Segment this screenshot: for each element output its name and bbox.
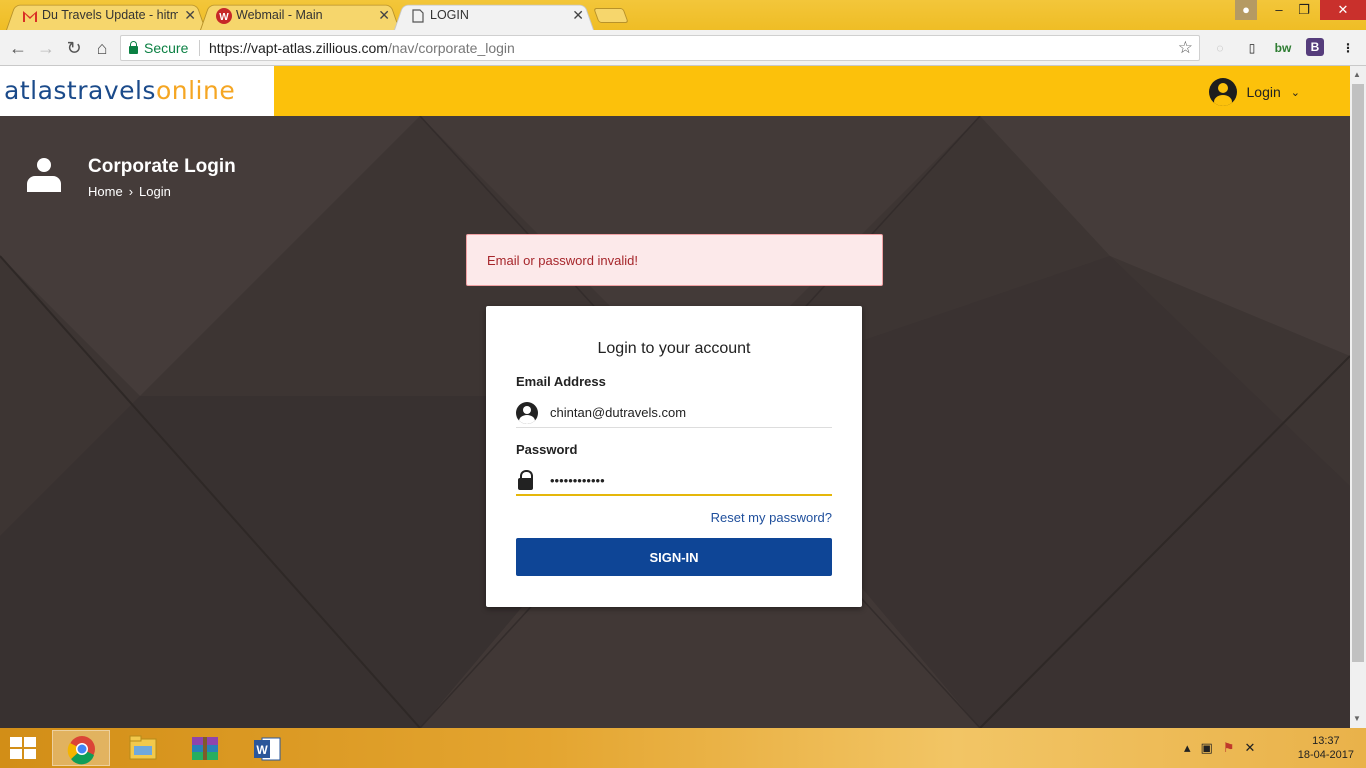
secure-indicator[interactable]: Secure (129, 40, 188, 56)
login-card-title: Login to your account (597, 340, 751, 357)
password-input[interactable] (550, 470, 820, 490)
password-field[interactable] (516, 464, 832, 496)
tab-title: LOGIN (430, 8, 469, 22)
bookmark-star-icon[interactable]: ☆ (1178, 38, 1193, 58)
logo-box[interactable]: atlastravelsonline (0, 66, 274, 116)
page-scrollbar[interactable]: ▲ ▼ (1350, 66, 1366, 728)
browser-tab-webmail[interactable]: W Webmail - Main ✕ (200, 2, 400, 30)
clock-time: 13:37 (1312, 735, 1340, 747)
close-tab-icon[interactable]: ✕ (184, 2, 196, 28)
person-icon (26, 158, 62, 194)
volume-muted-icon[interactable]: ✕ (1244, 740, 1255, 756)
tab-title: Webmail - Main (236, 8, 323, 22)
breadcrumb: Home › Login (88, 184, 171, 199)
tab-title: Du Travels Update - hitm (42, 8, 178, 22)
scroll-down-icon[interactable]: ▼ (1353, 714, 1361, 723)
breadcrumb-home-link[interactable]: Home (88, 184, 123, 199)
password-label: Password (516, 442, 578, 457)
forward-icon[interactable]: → (34, 36, 58, 60)
email-field[interactable] (516, 396, 832, 428)
windows-start-icon[interactable] (10, 737, 38, 759)
url-host: https://vapt-atlas.zillious.com (209, 40, 388, 56)
reload-icon[interactable]: ↻ (62, 36, 86, 60)
menu-icon[interactable]: ⋮ (1338, 38, 1358, 58)
login-card: Login to your account Email Address Pass… (486, 306, 862, 607)
svg-text:W: W (219, 12, 229, 23)
secure-label: Secure (144, 40, 189, 56)
chevron-down-icon: ⌄ (1290, 86, 1300, 99)
gmail-icon (22, 8, 38, 24)
browser-tab-gmail[interactable]: Du Travels Update - hitm ✕ (6, 2, 206, 30)
file-explorer-taskbar-icon[interactable] (114, 730, 172, 766)
bw-extension-icon[interactable]: bw (1273, 38, 1293, 58)
email-label: Email Address (516, 374, 606, 389)
minimize-icon[interactable]: – (1265, 0, 1293, 20)
url-path: /nav/corporate_login (387, 40, 515, 56)
page-icon (410, 8, 426, 24)
breadcrumb-current: Login (139, 184, 171, 199)
url-text[interactable]: https://vapt-atlas.zillious.com/nav/corp… (209, 40, 515, 56)
chrome-taskbar-icon[interactable] (52, 730, 110, 766)
error-alert: Email or password invalid! (466, 234, 883, 286)
network-icon[interactable]: ▣ (1201, 740, 1213, 756)
show-hidden-icons-icon[interactable]: ▴ (1184, 740, 1191, 756)
svg-text:W: W (256, 743, 268, 757)
windows-taskbar: W ▴ ▣ ⚑ ✕ 13:37 18-04-2017 (0, 728, 1366, 768)
back-icon[interactable]: ← (6, 36, 30, 60)
logo-text-accent: online (155, 76, 236, 105)
system-tray: ▴ ▣ ⚑ ✕ (1184, 740, 1255, 756)
scrollbar-thumb[interactable] (1352, 84, 1364, 662)
bootstrap-extension-icon[interactable]: B (1306, 38, 1324, 56)
email-input[interactable] (550, 402, 820, 422)
browser-toolbar: ← → ↻ ⌂ Secure https://vapt-atlas.zillio… (0, 30, 1366, 66)
header-login-label: Login (1246, 84, 1281, 100)
extension-circle-icon[interactable]: ◌ (1210, 38, 1230, 58)
mobile-icon[interactable]: ▯ (1242, 38, 1262, 58)
site-logo[interactable]: atlastravelsonline (4, 76, 235, 105)
clock[interactable]: 13:37 18-04-2017 (1298, 734, 1354, 762)
close-tab-icon[interactable]: ✕ (572, 2, 584, 28)
user-icon (516, 402, 538, 424)
winrar-taskbar-icon[interactable] (176, 730, 234, 766)
divider (199, 40, 200, 56)
word-taskbar-icon[interactable]: W (238, 730, 296, 766)
lock-icon (516, 470, 538, 492)
account-icon (1208, 78, 1237, 106)
page-title: Corporate Login (88, 156, 236, 177)
new-tab-button[interactable] (593, 8, 629, 23)
header-login-menu[interactable]: Login ⌄ (1208, 78, 1300, 106)
lock-icon (129, 41, 138, 54)
browser-tab-bar: Du Travels Update - hitm ✕ W Webmail - M… (0, 0, 1366, 30)
restore-icon[interactable]: ❐ (1290, 0, 1318, 20)
action-center-icon[interactable]: ⚑ (1223, 740, 1235, 756)
web-page: atlastravelsonline Login ⌄ Corporate Log… (0, 66, 1350, 728)
address-bar[interactable]: Secure https://vapt-atlas.zillious.com/n… (120, 35, 1200, 61)
home-icon[interactable]: ⌂ (90, 36, 114, 60)
profile-icon[interactable]: ● (1235, 0, 1257, 20)
site-header: atlastravelsonline Login ⌄ (0, 66, 1350, 116)
close-tab-icon[interactable]: ✕ (378, 2, 390, 28)
close-window-icon[interactable]: ✕ (1320, 0, 1366, 20)
sign-in-button[interactable]: SIGN-IN (516, 538, 832, 576)
browser-tab-login[interactable]: LOGIN ✕ (394, 2, 594, 30)
logo-text-main: atlastravels (4, 76, 156, 105)
clock-date: 18-04-2017 (1297, 749, 1354, 761)
breadcrumb-separator: › (128, 184, 134, 199)
webmail-icon: W (216, 8, 232, 24)
scroll-up-icon[interactable]: ▲ (1353, 70, 1361, 79)
reset-password-link[interactable]: Reset my password? (711, 510, 832, 525)
